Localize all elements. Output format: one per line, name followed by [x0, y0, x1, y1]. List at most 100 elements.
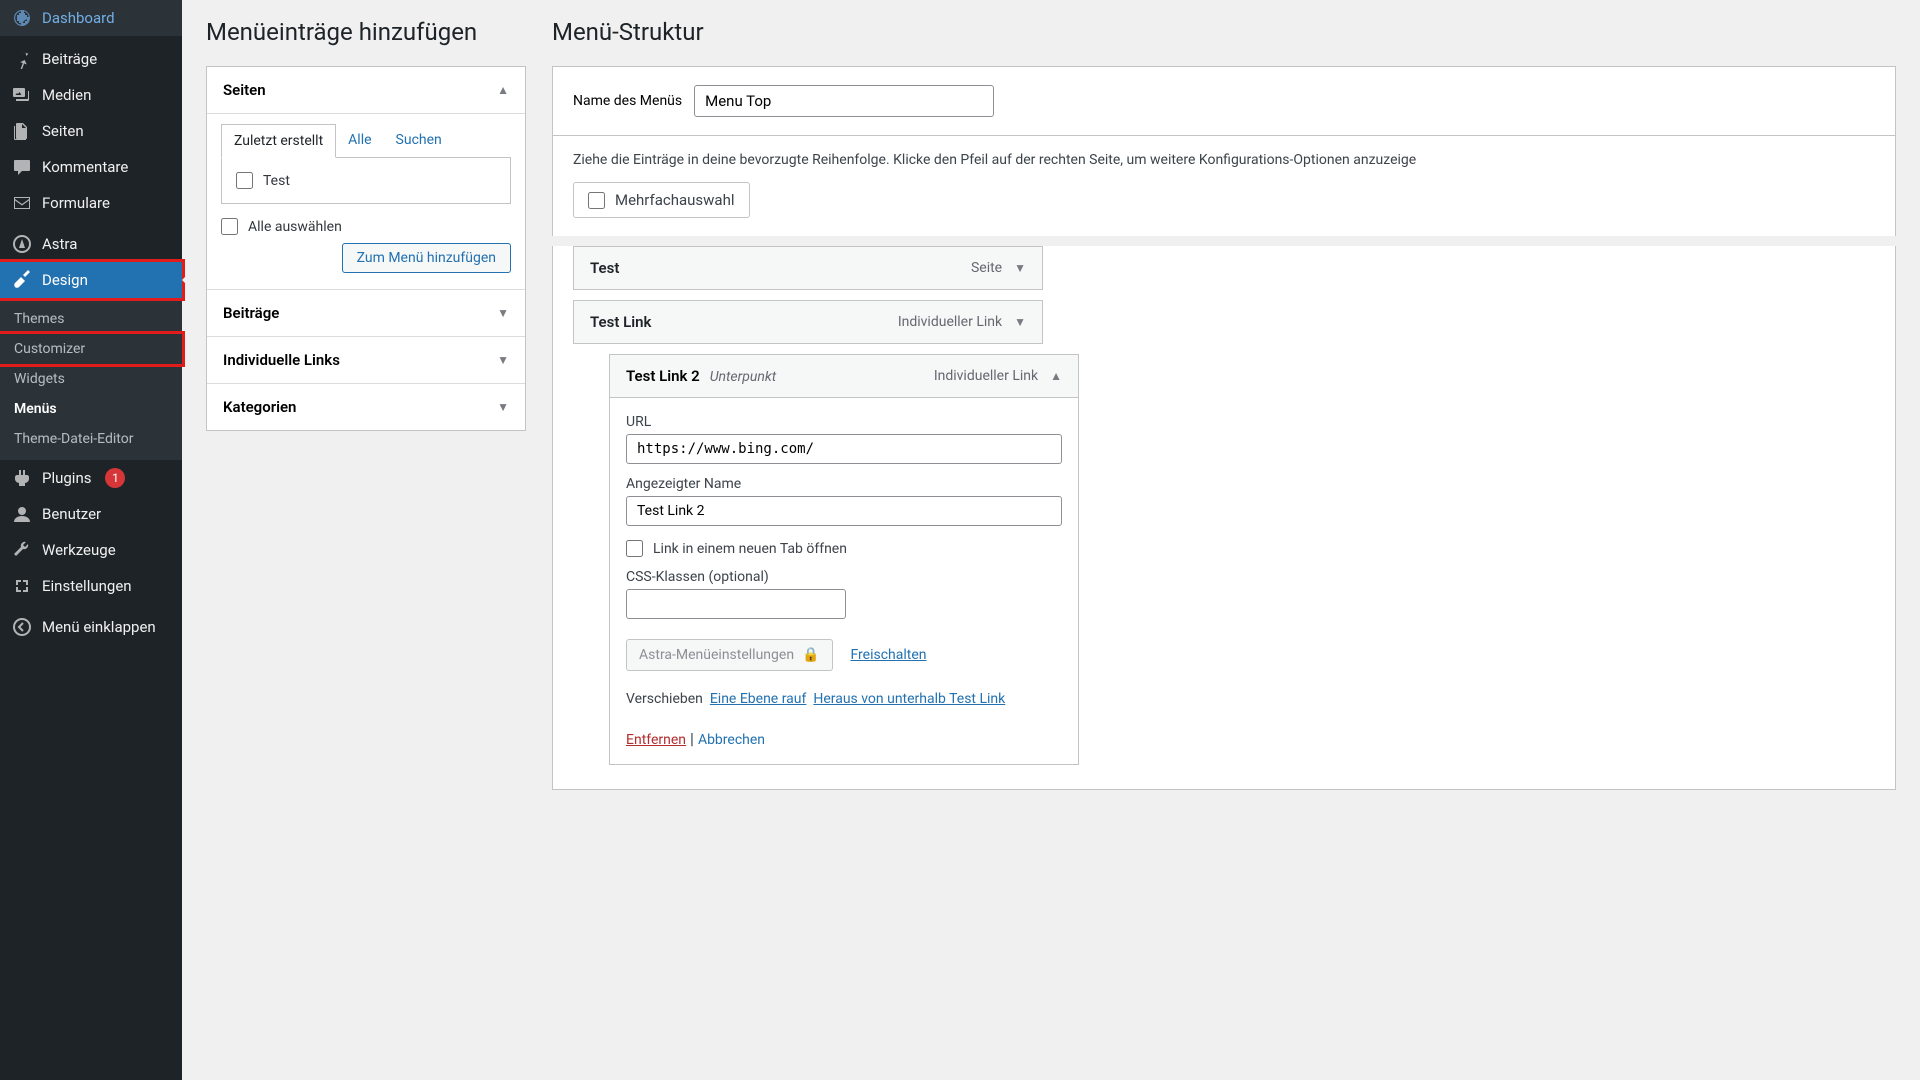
- select-all-checkbox[interactable]: [221, 218, 238, 235]
- sidebar-item-tools[interactable]: Werkzeuge: [0, 532, 182, 568]
- acc-title: Individuelle Links: [223, 351, 340, 369]
- menu-item-type: Individueller Link: [934, 368, 1038, 384]
- add-items-heading: Menüeinträge hinzufügen: [206, 0, 526, 66]
- acc-header-categories[interactable]: Kategorien ▼: [207, 383, 525, 430]
- sidebar-label: Design: [42, 271, 88, 289]
- items-accordion: Seiten ▲ Zuletzt erstellt Alle Suchen Te…: [206, 66, 526, 431]
- sidebar-item-collapse[interactable]: Menü einklappen: [0, 609, 182, 645]
- sidebar-item-design[interactable]: Design: [0, 262, 182, 298]
- move-label: Verschieben: [626, 691, 703, 707]
- sidebar-item-dashboard[interactable]: Dashboard: [0, 0, 182, 36]
- menu-item-test[interactable]: Test Seite ▼: [573, 246, 1043, 290]
- sidebar-item-forms[interactable]: Formulare: [0, 185, 182, 221]
- submenu-themes[interactable]: Themes: [0, 304, 182, 334]
- sidebar-item-posts[interactable]: Beiträge: [0, 41, 182, 77]
- sidebar-label: Formulare: [42, 194, 110, 212]
- acc-body-pages: Zuletzt erstellt Alle Suchen Test A: [207, 113, 525, 289]
- acc-header-pages[interactable]: Seiten ▲: [207, 67, 525, 113]
- name-input[interactable]: [626, 496, 1062, 526]
- newtab-label: Link in einem neuen Tab öffnen: [653, 541, 847, 557]
- submenu-widgets[interactable]: Widgets: [0, 364, 182, 394]
- sidebar-label: Beiträge: [42, 50, 97, 68]
- bulk-select-toggle[interactable]: Mehrfachauswahl: [573, 182, 750, 218]
- page-item-test[interactable]: Test: [236, 172, 496, 189]
- plugin-icon: [12, 468, 32, 488]
- menu-item-testlink2: Test Link 2 Unterpunkt Individueller Lin…: [609, 354, 1079, 765]
- add-items-column: Menüeinträge hinzufügen Seiten ▲ Zuletzt…: [206, 0, 526, 790]
- collapse-icon: [12, 617, 32, 637]
- design-submenu: Themes Customizer Widgets Menüs Theme-Da…: [0, 298, 182, 460]
- sidebar-item-pages[interactable]: Seiten: [0, 113, 182, 149]
- tab-search[interactable]: Suchen: [384, 124, 454, 157]
- lock-icon: 🔒: [802, 647, 819, 663]
- bulk-select-row: Mehrfachauswahl: [552, 182, 1896, 236]
- tab-all[interactable]: Alle: [336, 124, 383, 157]
- mail-icon: [12, 193, 32, 213]
- astra-icon: [12, 234, 32, 254]
- chevron-up-icon[interactable]: ▲: [1050, 369, 1062, 383]
- sidebar-item-plugins[interactable]: Plugins 1: [0, 460, 182, 496]
- acc-header-posts[interactable]: Beiträge ▼: [207, 289, 525, 336]
- select-all[interactable]: Alle auswählen: [221, 218, 342, 235]
- media-icon: [12, 85, 32, 105]
- chevron-down-icon[interactable]: ▼: [1014, 315, 1026, 329]
- menu-item-type: Individueller Link: [898, 314, 1002, 330]
- sidebar-item-comments[interactable]: Kommentare: [0, 149, 182, 185]
- astra-settings-locked: Astra-Menüeinstellungen 🔒: [626, 639, 833, 671]
- acc-title: Seiten: [223, 81, 266, 99]
- tab-recent[interactable]: Zuletzt erstellt: [221, 124, 336, 158]
- url-input[interactable]: [626, 434, 1062, 464]
- astra-label: Astra-Menüeinstellungen: [639, 647, 794, 663]
- sidebar-item-astra[interactable]: Astra: [0, 226, 182, 262]
- menu-structure-column: Menü-Struktur Name des Menüs Ziehe die E…: [552, 0, 1896, 790]
- bulk-checkbox[interactable]: [588, 192, 605, 209]
- user-icon: [12, 504, 32, 524]
- move-up-link[interactable]: Eine Ebene rauf: [710, 691, 807, 707]
- submenu-customizer[interactable]: Customizer: [0, 334, 182, 364]
- unlock-link[interactable]: Freischalten: [851, 647, 927, 663]
- sidebar-item-settings[interactable]: Einstellungen: [0, 568, 182, 604]
- structure-heading: Menü-Struktur: [552, 0, 1896, 66]
- drag-instructions: Ziehe die Einträge in deine bevorzugte R…: [552, 136, 1896, 182]
- dashboard-icon: [12, 8, 32, 28]
- submenu-theme-editor[interactable]: Theme-Datei-Editor: [0, 424, 182, 454]
- move-out-link[interactable]: Heraus von unterhalb Test Link: [813, 691, 1005, 707]
- css-label: CSS-Klassen (optional): [626, 569, 1062, 585]
- main-content: Menüeinträge hinzufügen Seiten ▲ Zuletzt…: [182, 0, 1920, 1080]
- menu-item-testlink[interactable]: Test Link Individueller Link ▼: [573, 300, 1043, 344]
- add-to-menu-button[interactable]: Zum Menü hinzufügen: [342, 243, 511, 273]
- newtab-checkbox[interactable]: [626, 540, 643, 557]
- name-label: Angezeigter Name: [626, 476, 1062, 492]
- sidebar-item-users[interactable]: Benutzer: [0, 496, 182, 532]
- url-label: URL: [626, 414, 1062, 430]
- menu-item-header[interactable]: Test Link 2 Unterpunkt Individueller Lin…: [609, 354, 1079, 398]
- submenu-menus[interactable]: Menüs: [0, 394, 182, 424]
- cancel-link[interactable]: Abbrechen: [698, 732, 765, 748]
- select-all-label: Alle auswählen: [248, 219, 342, 235]
- update-badge: 1: [105, 468, 125, 488]
- chevron-down-icon: ▼: [497, 306, 509, 320]
- sidebar-item-media[interactable]: Medien: [0, 77, 182, 113]
- menu-name-input[interactable]: [694, 85, 994, 117]
- sidebar-label: Menü einklappen: [42, 618, 156, 636]
- sidebar-label: Benutzer: [42, 505, 101, 523]
- css-input[interactable]: [626, 589, 846, 619]
- menu-name-label: Name des Menüs: [573, 93, 682, 109]
- comment-icon: [12, 157, 32, 177]
- menu-item-title: Test: [590, 259, 619, 277]
- chevron-down-icon: ▼: [497, 400, 509, 414]
- wrench-icon: [12, 540, 32, 560]
- pages-tabs: Zuletzt erstellt Alle Suchen: [221, 124, 511, 158]
- menu-item-settings: URL Angezeigter Name Link in einem neuen…: [609, 398, 1079, 765]
- sidebar-label: Astra: [42, 235, 77, 253]
- sidebar-label: Plugins: [42, 469, 91, 487]
- remove-link[interactable]: Entfernen: [626, 732, 686, 748]
- acc-title: Beiträge: [223, 304, 279, 322]
- page-label: Test: [263, 173, 290, 189]
- chevron-down-icon[interactable]: ▼: [1014, 261, 1026, 275]
- page-checkbox[interactable]: [236, 172, 253, 189]
- acc-header-links[interactable]: Individuelle Links ▼: [207, 336, 525, 383]
- menu-item-title: Test Link: [590, 313, 651, 331]
- bulk-label: Mehrfachauswahl: [615, 191, 735, 209]
- sidebar-label: Einstellungen: [42, 577, 132, 595]
